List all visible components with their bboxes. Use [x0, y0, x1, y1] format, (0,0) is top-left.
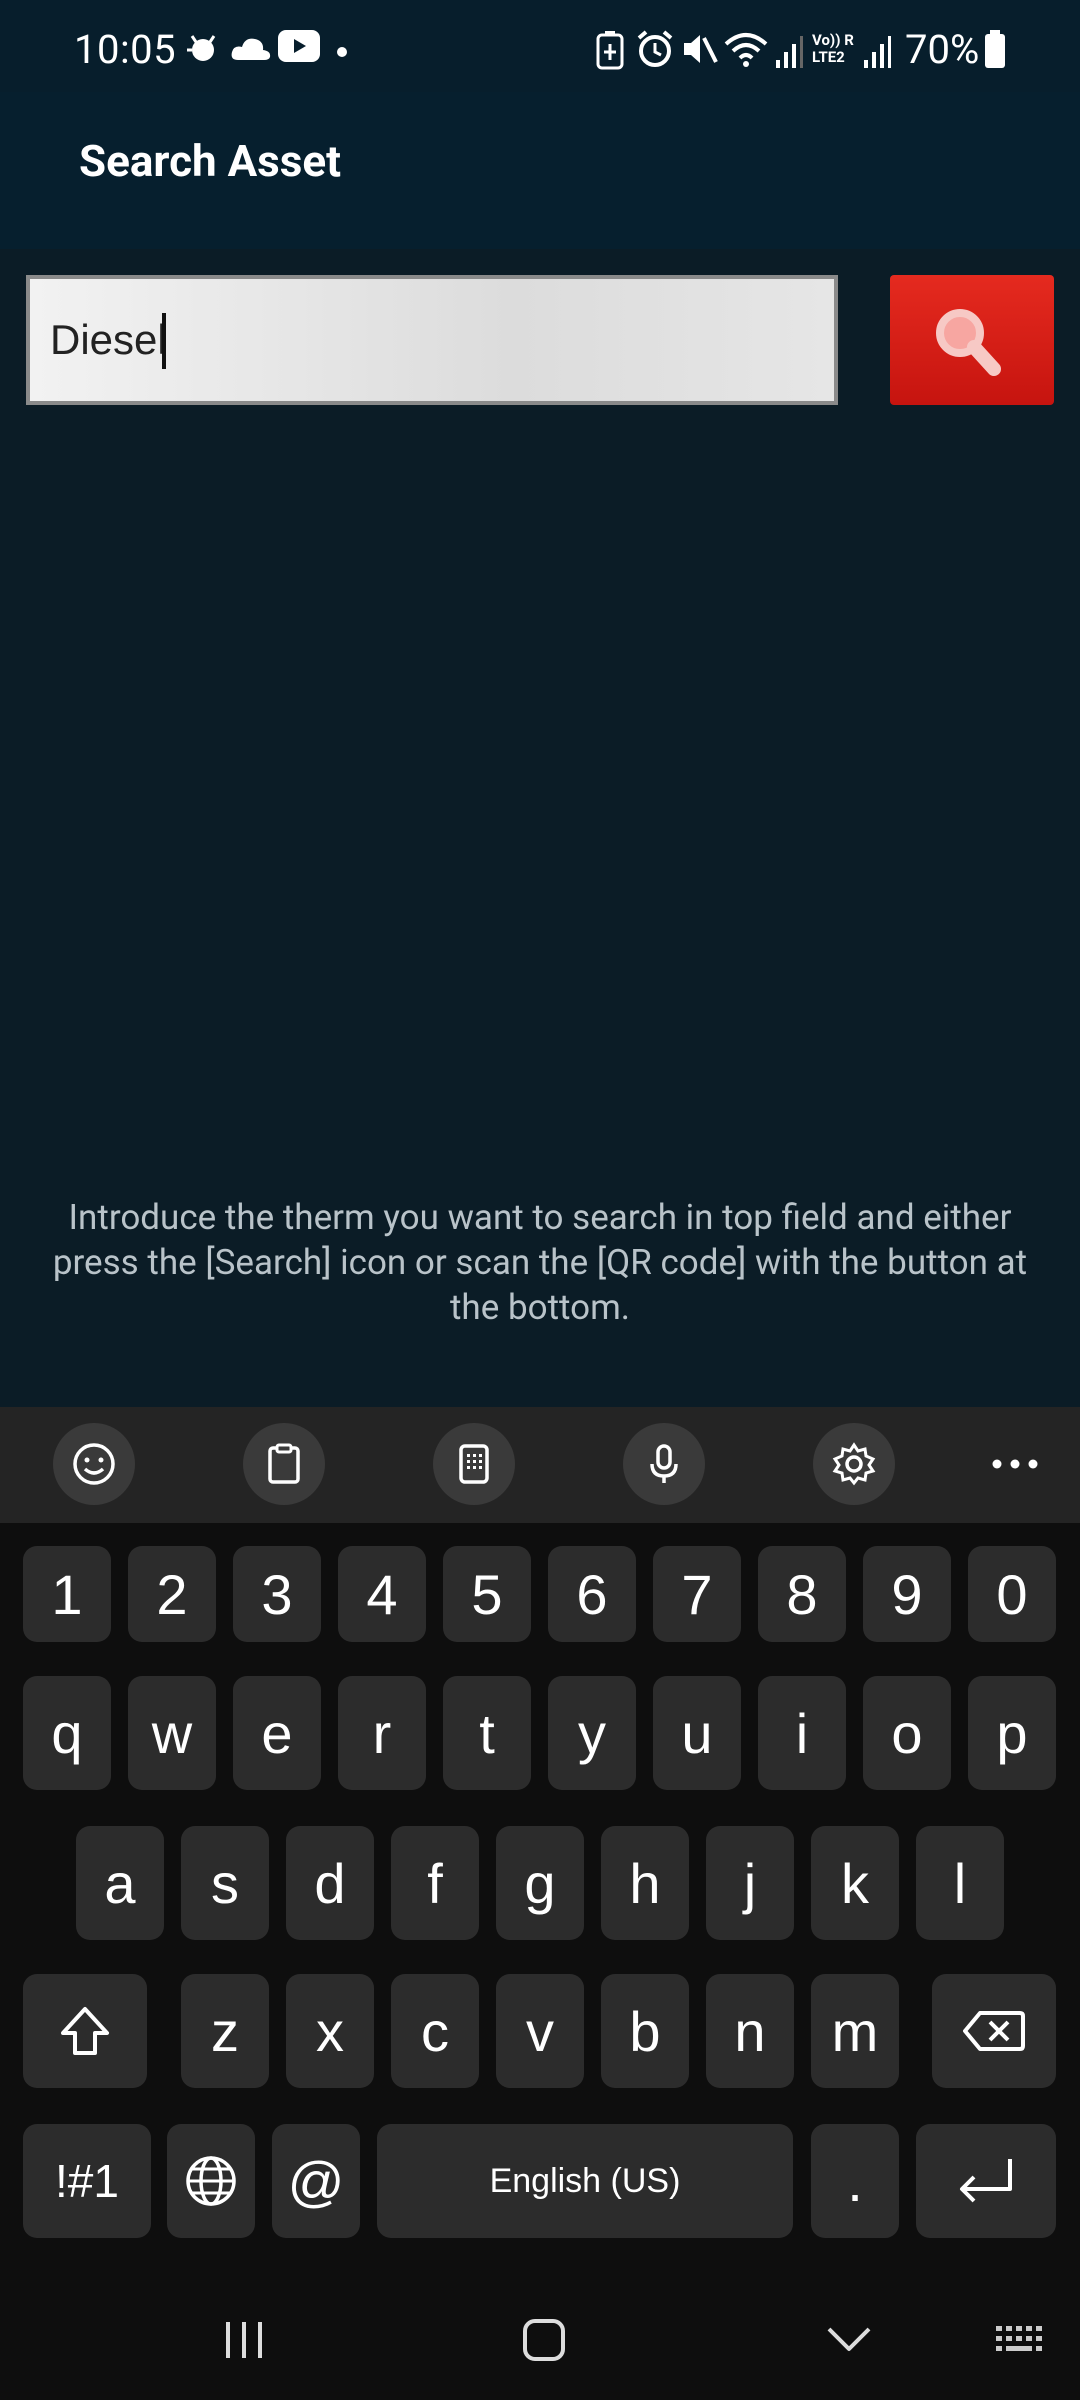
- key-p[interactable]: p: [968, 1676, 1056, 1790]
- keyboard-toolbar: [0, 1407, 1080, 1523]
- keyboard-settings-button[interactable]: [813, 1423, 895, 1505]
- keyboard-switch-button[interactable]: [990, 2316, 1050, 2366]
- alarm-icon: [637, 30, 673, 67]
- period-key[interactable]: .: [811, 2124, 899, 2238]
- space-key[interactable]: English (US): [377, 2124, 793, 2238]
- key-w[interactable]: w: [128, 1676, 216, 1790]
- key-i[interactable]: i: [758, 1676, 846, 1790]
- cloud-icon: [231, 38, 271, 60]
- more-button[interactable]: [980, 1423, 1050, 1505]
- mute-icon: [684, 35, 718, 63]
- status-time: 10:05: [74, 26, 177, 73]
- battery-percentage: 70%: [905, 26, 980, 73]
- backspace-key[interactable]: [932, 1974, 1056, 2088]
- key-y[interactable]: y: [548, 1676, 636, 1790]
- language-key[interactable]: [167, 2124, 255, 2238]
- chevron-down-icon: [827, 2327, 871, 2351]
- key-c[interactable]: c: [391, 1974, 479, 2088]
- key-0[interactable]: 0: [968, 1546, 1056, 1642]
- key-b[interactable]: b: [601, 1974, 689, 2088]
- key-r[interactable]: r: [338, 1676, 426, 1790]
- key-4[interactable]: 4: [338, 1546, 426, 1642]
- back-button[interactable]: [805, 2300, 893, 2380]
- signal2-icon: [864, 36, 891, 68]
- enter-icon: [960, 2159, 1012, 2203]
- clipboard-button[interactable]: [243, 1423, 325, 1505]
- keypad-icon: [459, 1444, 489, 1484]
- key-3[interactable]: 3: [233, 1546, 321, 1642]
- symbols-key[interactable]: !#1: [23, 2124, 151, 2238]
- key-u[interactable]: u: [653, 1676, 741, 1790]
- key-2[interactable]: 2: [128, 1546, 216, 1642]
- globe-icon: [186, 2156, 236, 2206]
- network-label-bottom: LTE2: [812, 48, 845, 66]
- shift-icon: [61, 2007, 109, 2055]
- key-9[interactable]: 9: [863, 1546, 951, 1642]
- youtube-icon: [278, 30, 320, 62]
- emoji-button[interactable]: [53, 1423, 135, 1505]
- key-a[interactable]: a: [76, 1826, 164, 1940]
- more-icon: [992, 1459, 1038, 1469]
- key-q[interactable]: q: [23, 1676, 111, 1790]
- wifi-icon: [724, 33, 768, 67]
- status-bar: 10:05 Vo)) R LTE2 70%: [0, 0, 1080, 92]
- key-o[interactable]: o: [863, 1676, 951, 1790]
- battery-icon: [985, 30, 1005, 68]
- dot-icon: [337, 47, 347, 57]
- home-button[interactable]: [500, 2300, 588, 2380]
- enter-key[interactable]: [916, 2124, 1056, 2238]
- page-title: Search Asset: [79, 135, 342, 187]
- search-field[interactable]: [26, 275, 838, 405]
- instructions-text: Introduce the therm you want to search i…: [52, 1197, 1028, 1328]
- key-d[interactable]: d: [286, 1826, 374, 1940]
- recent-apps-button[interactable]: [200, 2300, 288, 2380]
- key-x[interactable]: x: [286, 1974, 374, 2088]
- key-6[interactable]: 6: [548, 1546, 636, 1642]
- voice-input-button[interactable]: [623, 1423, 705, 1505]
- emoji-icon: [73, 1443, 115, 1485]
- signal-icon: [776, 36, 803, 68]
- key-v[interactable]: v: [496, 1974, 584, 2088]
- key-7[interactable]: 7: [653, 1546, 741, 1642]
- search-icon: [936, 309, 1001, 376]
- key-1[interactable]: 1: [23, 1546, 111, 1642]
- key-8[interactable]: 8: [758, 1546, 846, 1642]
- key-5[interactable]: 5: [443, 1546, 531, 1642]
- key-n[interactable]: n: [706, 1974, 794, 2088]
- weather-icon: [187, 35, 216, 61]
- microphone-icon: [650, 1444, 678, 1483]
- settings-icon: [832, 1442, 876, 1486]
- text-cursor: [162, 313, 166, 369]
- backspace-icon: [963, 2011, 1025, 2051]
- search-button[interactable]: [890, 275, 1054, 405]
- home-icon: [523, 2319, 565, 2361]
- clipboard-icon: [268, 1443, 300, 1484]
- key-g[interactable]: g: [496, 1826, 584, 1940]
- key-j[interactable]: j: [706, 1826, 794, 1940]
- key-s[interactable]: s: [181, 1826, 269, 1940]
- keypad-button[interactable]: [433, 1423, 515, 1505]
- at-key[interactable]: @: [272, 2124, 360, 2238]
- keyboard-icon: [996, 2326, 1042, 2351]
- network-label-top: Vo)) R: [812, 31, 854, 49]
- battery-saver-icon: [596, 31, 624, 70]
- recent-apps-icon: [226, 2322, 262, 2358]
- key-l[interactable]: l: [916, 1826, 1004, 1940]
- key-z[interactable]: z: [181, 1974, 269, 2088]
- key-m[interactable]: m: [811, 1974, 899, 2088]
- network-label: Vo)) R LTE2: [812, 32, 854, 66]
- key-h[interactable]: h: [601, 1826, 689, 1940]
- key-t[interactable]: t: [443, 1676, 531, 1790]
- key-f[interactable]: f: [391, 1826, 479, 1940]
- shift-key[interactable]: [23, 1974, 147, 2088]
- key-e[interactable]: e: [233, 1676, 321, 1790]
- key-k[interactable]: k: [811, 1826, 899, 1940]
